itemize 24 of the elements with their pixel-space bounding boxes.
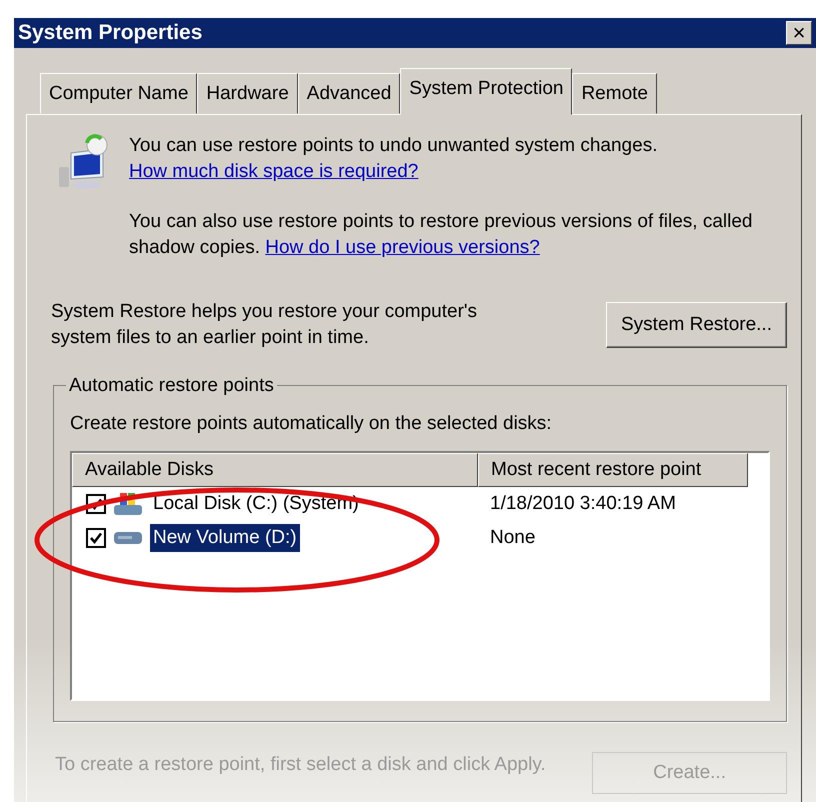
intro-paragraph: You can use restore points to undo unwanted system changes. How much disk space is required? <box>129 134 658 184</box>
restore-description: System Restore helps you restore your computer's system files to an earlier point in time. <box>51 300 478 350</box>
tab[interactable]: Computer Name <box>40 72 198 114</box>
help-link[interactable]: How much disk space is required? <box>129 161 418 182</box>
group-caption: Create restore points automatically on the selected disks: <box>70 412 553 436</box>
checkmark-icon <box>89 531 103 545</box>
intro-paragraph: You can also use restore points to restore previous versions of files, called shadow copies. How do I use previous versions? <box>129 210 754 260</box>
disk-name[interactable]: New Volume (D:) <box>150 524 300 552</box>
drive-icon <box>114 532 142 544</box>
restore-time: 1/18/2010 3:40:19 AM <box>489 492 676 516</box>
column-header[interactable]: Most recent restore point <box>478 452 748 487</box>
restore-time: None <box>489 526 536 550</box>
system-drive-icon <box>114 493 142 515</box>
help-link[interactable]: How do I use previous versions? <box>265 237 540 258</box>
checkbox[interactable] <box>86 528 106 548</box>
tab[interactable]: System Protection <box>400 68 572 115</box>
window-title: System Properties <box>18 20 202 46</box>
close-button[interactable]: × <box>786 21 812 45</box>
system-restore-button[interactable]: System Restore... <box>606 302 787 348</box>
footer-text: To create a restore point, first select a disk and click Apply. <box>55 752 547 776</box>
tab[interactable]: Remote <box>572 72 657 114</box>
tab[interactable]: Hardware <box>197 72 298 114</box>
tab[interactable]: Advanced <box>298 72 400 114</box>
column-header[interactable]: Available Disks <box>72 452 478 487</box>
